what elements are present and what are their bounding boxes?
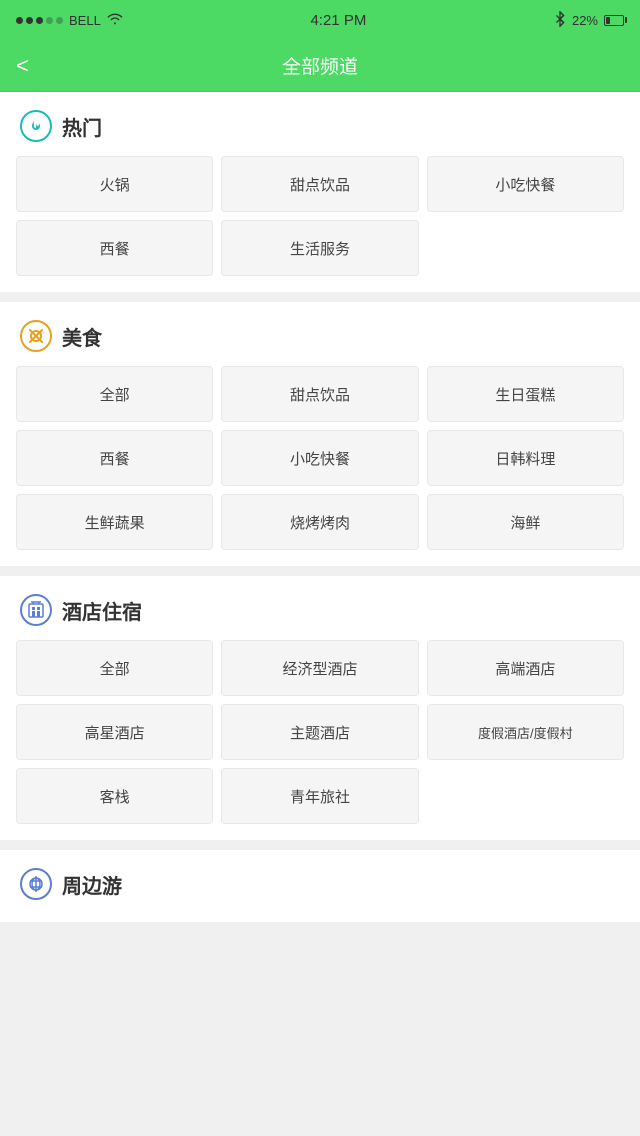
food-item-1[interactable]: 甜点饮品 (221, 366, 418, 422)
hotel-item-6[interactable]: 客栈 (16, 768, 213, 824)
section-travel: 周边游 (0, 850, 640, 922)
section-hot-header: 热门 (0, 92, 640, 156)
status-right: 22% (554, 11, 624, 30)
content: 热门 火锅 甜点饮品 小吃快餐 西餐 生活服务 美食 全部 甜点饮品 (0, 92, 640, 922)
hotel-item-3[interactable]: 高星酒店 (16, 704, 213, 760)
hot-item-4[interactable]: 生活服务 (221, 220, 418, 276)
hotel-icon (20, 594, 52, 626)
hotel-item-2[interactable]: 高端酒店 (427, 640, 624, 696)
food-item-4[interactable]: 小吃快餐 (221, 430, 418, 486)
hotel-item-0[interactable]: 全部 (16, 640, 213, 696)
wifi-icon (107, 12, 123, 29)
food-item-2[interactable]: 生日蛋糕 (427, 366, 624, 422)
food-item-8[interactable]: 海鲜 (427, 494, 624, 550)
food-icon (20, 320, 52, 352)
status-bar: BELL 4:21 PM 22% (0, 0, 640, 40)
hot-item-3[interactable]: 西餐 (16, 220, 213, 276)
hot-icon (20, 110, 52, 142)
hotel-grid: 全部 经济型酒店 高端酒店 高星酒店 主题酒店 度假酒店/度假村 客栈 青年旅社 (0, 640, 640, 824)
food-item-6[interactable]: 生鲜蔬果 (16, 494, 213, 550)
hotel-item-1[interactable]: 经济型酒店 (221, 640, 418, 696)
bluetooth-icon (554, 11, 566, 30)
section-hot-title: 热门 (62, 112, 102, 141)
travel-icon (20, 868, 52, 900)
food-item-0[interactable]: 全部 (16, 366, 213, 422)
section-hot: 热门 火锅 甜点饮品 小吃快餐 西餐 生活服务 (0, 92, 640, 292)
hot-item-2[interactable]: 小吃快餐 (427, 156, 624, 212)
nav-title: 全部频道 (282, 52, 358, 79)
section-food-title: 美食 (62, 322, 102, 351)
section-travel-title: 周边游 (62, 870, 122, 899)
battery-icon (604, 15, 624, 26)
carrier-label: BELL (69, 13, 101, 28)
section-food-header: 美食 (0, 302, 640, 366)
food-item-5[interactable]: 日韩料理 (427, 430, 624, 486)
signal-dots (16, 17, 63, 24)
status-time: 4:21 PM (310, 12, 366, 29)
hot-item-0[interactable]: 火锅 (16, 156, 213, 212)
hot-grid: 火锅 甜点饮品 小吃快餐 西餐 生活服务 (0, 156, 640, 276)
hotel-item-7[interactable]: 青年旅社 (221, 768, 418, 824)
back-button[interactable]: < (16, 53, 29, 79)
hot-item-1[interactable]: 甜点饮品 (221, 156, 418, 212)
food-item-3[interactable]: 西餐 (16, 430, 213, 486)
battery-percent: 22% (572, 13, 598, 28)
food-item-7[interactable]: 烧烤烤肉 (221, 494, 418, 550)
section-food: 美食 全部 甜点饮品 生日蛋糕 西餐 小吃快餐 日韩料理 生鲜蔬果 烧烤烤肉 海… (0, 302, 640, 566)
section-travel-header: 周边游 (0, 850, 640, 914)
section-hotel: 酒店住宿 全部 经济型酒店 高端酒店 高星酒店 主题酒店 度假酒店/度假村 客栈… (0, 576, 640, 840)
section-hotel-header: 酒店住宿 (0, 576, 640, 640)
hotel-item-4[interactable]: 主题酒店 (221, 704, 418, 760)
nav-bar: < 全部频道 (0, 40, 640, 92)
food-grid: 全部 甜点饮品 生日蛋糕 西餐 小吃快餐 日韩料理 生鲜蔬果 烧烤烤肉 海鲜 (0, 366, 640, 550)
hotel-item-5[interactable]: 度假酒店/度假村 (427, 704, 624, 760)
section-hotel-title: 酒店住宿 (62, 596, 142, 625)
status-left: BELL (16, 12, 123, 29)
